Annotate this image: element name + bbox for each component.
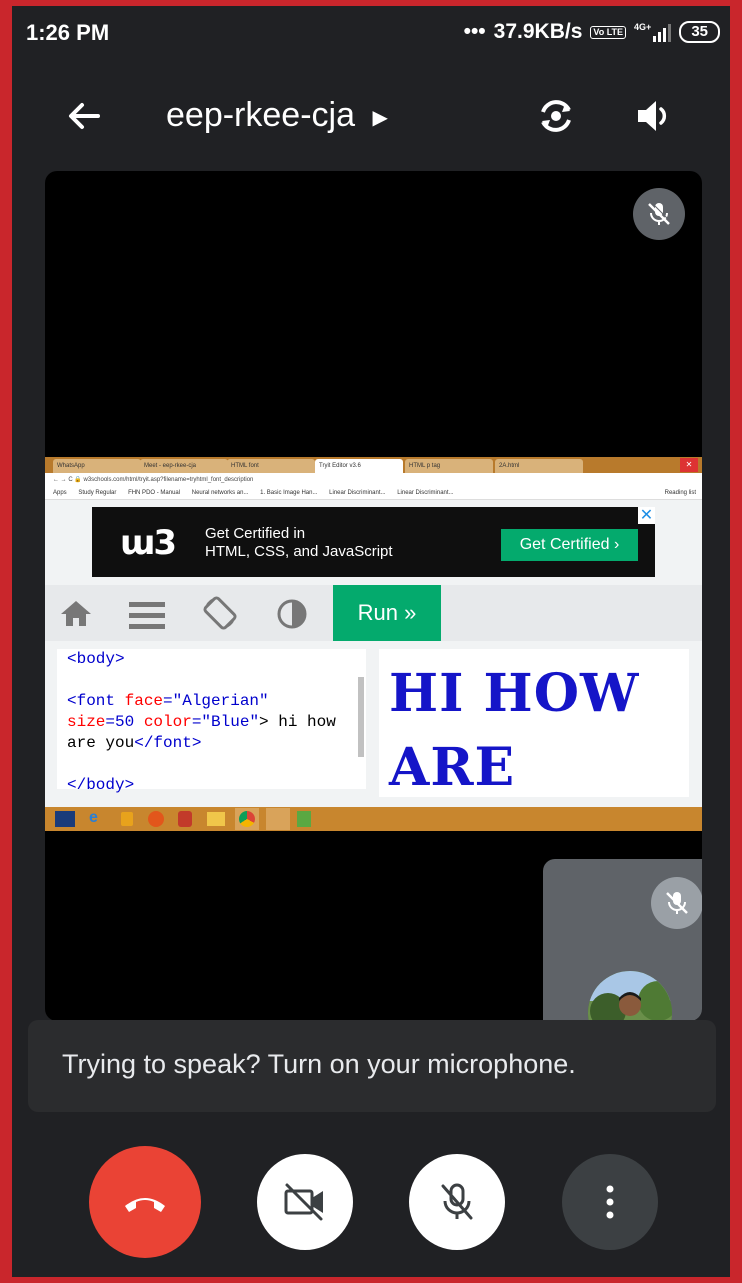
bookmark-item: 1. Basic Image Han... xyxy=(260,490,318,496)
self-mic-off-icon xyxy=(651,877,702,929)
rotate-icon xyxy=(202,595,238,636)
bookmark-item: Apps xyxy=(53,490,67,496)
address-url: w3schools.com/html/tryit.asp?filename=tr… xyxy=(83,477,254,483)
mic-toggle-button[interactable] xyxy=(409,1154,505,1250)
main-video-tile[interactable]: WhatsApp Meet - eep-rkee-cja HTML font T… xyxy=(45,171,702,1021)
ad-close-icon: ✕ xyxy=(638,507,655,524)
folder-icon xyxy=(207,812,225,826)
status-time: 1:26 PM xyxy=(26,20,110,45)
bookmark-item: Study Regular xyxy=(78,490,117,496)
battery-icon: 35 xyxy=(679,21,720,43)
browser-tab: HTML p tag xyxy=(405,459,493,473)
run-button: Run » xyxy=(333,585,441,641)
w3-editor-toolbar: Run » xyxy=(45,585,702,641)
more-vert-icon xyxy=(606,1185,614,1219)
code-line: </body> xyxy=(67,776,135,794)
end-call-button[interactable] xyxy=(89,1146,201,1258)
code-scrollbar xyxy=(358,677,364,757)
caret-right-icon: ▶ xyxy=(372,106,388,129)
home-icon xyxy=(59,599,93,632)
chrome-icon xyxy=(235,808,259,830)
firefox-icon xyxy=(148,811,164,827)
code-line: are you</font> xyxy=(67,734,202,752)
camera-off-icon xyxy=(284,1183,323,1221)
ad-text: Get Certified in HTML, CSS, and JavaScri… xyxy=(205,525,393,561)
code-editor-panel: <body> <font face="Algerian" size=50 col… xyxy=(57,649,366,794)
meeting-code-title[interactable]: eep-rkee-cja ▶ xyxy=(166,96,388,135)
start-icon xyxy=(55,811,75,827)
bookmark-item: Linear Discriminant... xyxy=(329,490,386,496)
network-speed-dots: ••• xyxy=(463,20,486,43)
signal-icon: 4G+ xyxy=(634,22,672,42)
result-line1: HI HOW xyxy=(389,663,640,724)
browser-tab: 2A.html xyxy=(495,459,583,473)
mic-off-icon xyxy=(633,188,685,240)
status-indicators: ••• 37.9KB/s Vo LTE 4G+ 35 xyxy=(464,20,720,44)
window-close-icon: ✕ xyxy=(680,458,698,472)
browser-tab: Tryit Editor v3.6 xyxy=(315,459,403,473)
switch-camera-icon[interactable] xyxy=(533,94,579,138)
result-panel: HI HOW ARE xyxy=(379,649,689,798)
mic-reminder-toast[interactable]: Trying to speak? Turn on your microphone… xyxy=(28,1020,716,1112)
bookmark-item: FHN PDO - Manual xyxy=(128,490,181,496)
more-options-button[interactable] xyxy=(562,1154,658,1250)
browser-tab: HTML font xyxy=(227,459,315,473)
meet-screen: 1:26 PM ••• 37.9KB/s Vo LTE 4G+ 35 eep-r… xyxy=(12,6,730,1277)
meeting-code: eep-rkee-cja xyxy=(166,96,355,134)
menu-icon xyxy=(129,601,165,634)
volte-icon: Vo LTE xyxy=(590,25,627,39)
ie-icon: e xyxy=(89,809,98,826)
network-type: 4G+ xyxy=(634,22,652,32)
bookmark-item: Neural networks an... xyxy=(191,490,249,496)
ad-line1: Get Certified in xyxy=(205,525,306,542)
bookmarks-bar: Apps Study Regular FHN PDO - Manual Neur… xyxy=(45,487,702,500)
browser-tab: WhatsApp xyxy=(53,459,141,473)
end-call-icon xyxy=(125,1198,165,1212)
back-arrow-icon[interactable] xyxy=(64,96,104,136)
contrast-icon xyxy=(277,599,307,634)
bookmark-item: Reading list xyxy=(664,490,696,496)
browser-tab: Meet - eep-rkee-cja xyxy=(140,459,228,473)
address-bar: ← → C 🔒 w3schools.com/html/tryit.asp?fil… xyxy=(45,473,702,487)
w3-logo-icon: ɯ3 xyxy=(120,523,177,563)
code-line: <body> xyxy=(67,650,125,668)
w3-ad-banner: ɯ3 Get Certified in HTML, CSS, and JavaS… xyxy=(92,507,655,577)
taskbar-app-icon xyxy=(178,811,192,827)
camera-toggle-button[interactable] xyxy=(257,1154,353,1250)
network-speed: 37.9KB/s xyxy=(493,20,583,43)
toast-message: Trying to speak? Turn on your microphone… xyxy=(62,1049,576,1079)
mic-off-button-icon xyxy=(441,1183,473,1220)
ad-line2: HTML, CSS, and JavaScript xyxy=(205,543,393,560)
code-line: size=50 color="Blue"> hi how xyxy=(67,713,336,731)
windows-taskbar: e xyxy=(45,807,702,831)
code-line: <font face="Algerian" xyxy=(67,692,269,710)
self-view-tile[interactable] xyxy=(543,859,702,1021)
taskbar-app-icon xyxy=(297,811,311,827)
taskbar-app-icon xyxy=(266,808,290,830)
shared-screen-content: WhatsApp Meet - eep-rkee-cja HTML font T… xyxy=(45,457,702,831)
taskbar-app-icon xyxy=(121,812,133,826)
speaker-icon[interactable] xyxy=(634,96,674,136)
avatar xyxy=(588,971,672,1021)
get-certified-button: Get Certified › xyxy=(501,529,638,561)
result-line2: ARE xyxy=(389,737,516,798)
bookmark-item: Linear Discriminant... xyxy=(397,490,454,496)
browser-tab-strip: WhatsApp Meet - eep-rkee-cja HTML font T… xyxy=(45,457,702,473)
